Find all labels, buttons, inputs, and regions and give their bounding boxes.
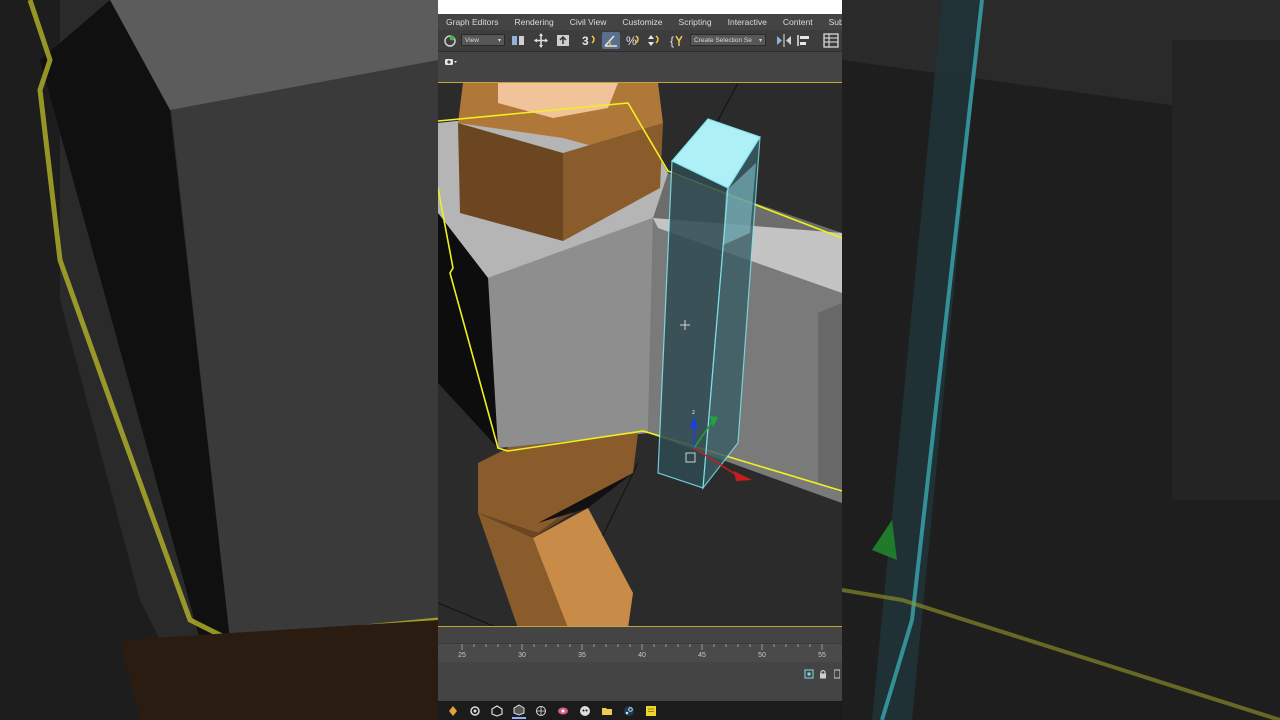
menu-graph-editors[interactable]: Graph Editors — [438, 14, 506, 30]
status-bar — [438, 667, 842, 701]
taskbar-app-icon-4[interactable] — [512, 703, 526, 719]
move-tool-icon[interactable] — [533, 32, 549, 49]
chevron-down-icon: ▾ — [758, 38, 762, 44]
menu-civil-view[interactable]: Civil View — [562, 14, 615, 30]
taskbar — [438, 701, 842, 720]
main-toolbar: View ▾ 3 % { Create Selection Se ▾ — [438, 30, 842, 52]
time-ruler[interactable]: 25 30 35 40 45 50 55 — [438, 643, 842, 662]
taskbar-app-icon-2[interactable] — [468, 704, 482, 718]
reference-coordinate-value: View — [465, 37, 479, 44]
timeline[interactable]: 25 30 35 40 45 50 55 — [438, 627, 842, 667]
select-manipulate-icon[interactable] — [555, 32, 571, 49]
menu-content[interactable]: Content — [775, 14, 821, 30]
menu-substance[interactable]: Subst — [821, 14, 842, 30]
reference-coordinate-dropdown[interactable]: View ▾ — [461, 34, 505, 46]
ribbon-toggle-icon[interactable] — [444, 54, 458, 65]
mirror-icon[interactable] — [775, 32, 793, 49]
percent-snap-toggle-icon[interactable]: % — [624, 32, 642, 49]
perspective-viewport[interactable]: z — [438, 82, 842, 627]
tick-label: 40 — [638, 652, 646, 659]
app-window: Graph Editors Rendering Civil View Custo… — [438, 0, 842, 720]
tick-label: 25 — [458, 652, 466, 659]
isolate-selection-icon[interactable] — [804, 669, 814, 679]
taskbar-app-icon-5[interactable] — [534, 704, 548, 718]
snaps-toggle-3d-icon[interactable]: 3 — [580, 32, 598, 49]
selection-mode-icon[interactable] — [832, 669, 842, 679]
menu-bar: Graph Editors Rendering Civil View Custo… — [438, 14, 842, 30]
svg-text:%: % — [626, 34, 637, 48]
tick-label: 30 — [518, 652, 526, 659]
edit-named-selection-icon[interactable]: { — [668, 32, 686, 49]
named-selection-value: Create Selection Se — [694, 37, 752, 44]
sticky-notes-icon[interactable] — [644, 704, 658, 718]
tick-label: 50 — [758, 652, 766, 659]
angle-snap-toggle-icon[interactable] — [602, 32, 620, 49]
spinner-snap-toggle-icon[interactable] — [645, 32, 661, 49]
title-strip — [438, 0, 842, 14]
status-icons — [804, 669, 842, 681]
svg-text:3: 3 — [582, 34, 589, 48]
menu-interactive[interactable]: Interactive — [720, 14, 775, 30]
tick-label: 45 — [698, 652, 706, 659]
align-icon[interactable] — [796, 32, 812, 49]
tick-label: 55 — [818, 652, 826, 659]
steam-icon[interactable] — [622, 704, 636, 718]
gizmo-z-label: z — [692, 410, 695, 416]
background-right-blur — [842, 0, 1280, 720]
taskbar-app-icon-7[interactable] — [578, 704, 592, 718]
select-and-link-icon[interactable] — [442, 32, 458, 49]
chevron-down-icon: ▾ — [497, 38, 501, 44]
menu-scripting[interactable]: Scripting — [671, 14, 720, 30]
taskbar-app-icon-6[interactable] — [556, 704, 570, 718]
taskbar-app-icon-1[interactable] — [446, 704, 460, 718]
file-explorer-icon[interactable] — [600, 704, 614, 718]
menu-rendering[interactable]: Rendering — [506, 14, 561, 30]
menu-customize[interactable]: Customize — [614, 14, 670, 30]
taskbar-3dsmax-icon[interactable] — [490, 704, 504, 718]
svg-text:{: { — [670, 34, 674, 48]
background-left-blur — [0, 0, 438, 720]
scene-explorer-icon[interactable] — [822, 32, 840, 49]
ribbon-sub-bar — [438, 52, 842, 66]
tick-label: 35 — [578, 652, 586, 659]
ruler-ticks — [461, 644, 823, 650]
use-pivot-center-icon[interactable] — [509, 32, 527, 49]
lock-selection-icon[interactable] — [818, 669, 828, 679]
named-selection-sets-dropdown[interactable]: Create Selection Se ▾ — [690, 34, 766, 46]
